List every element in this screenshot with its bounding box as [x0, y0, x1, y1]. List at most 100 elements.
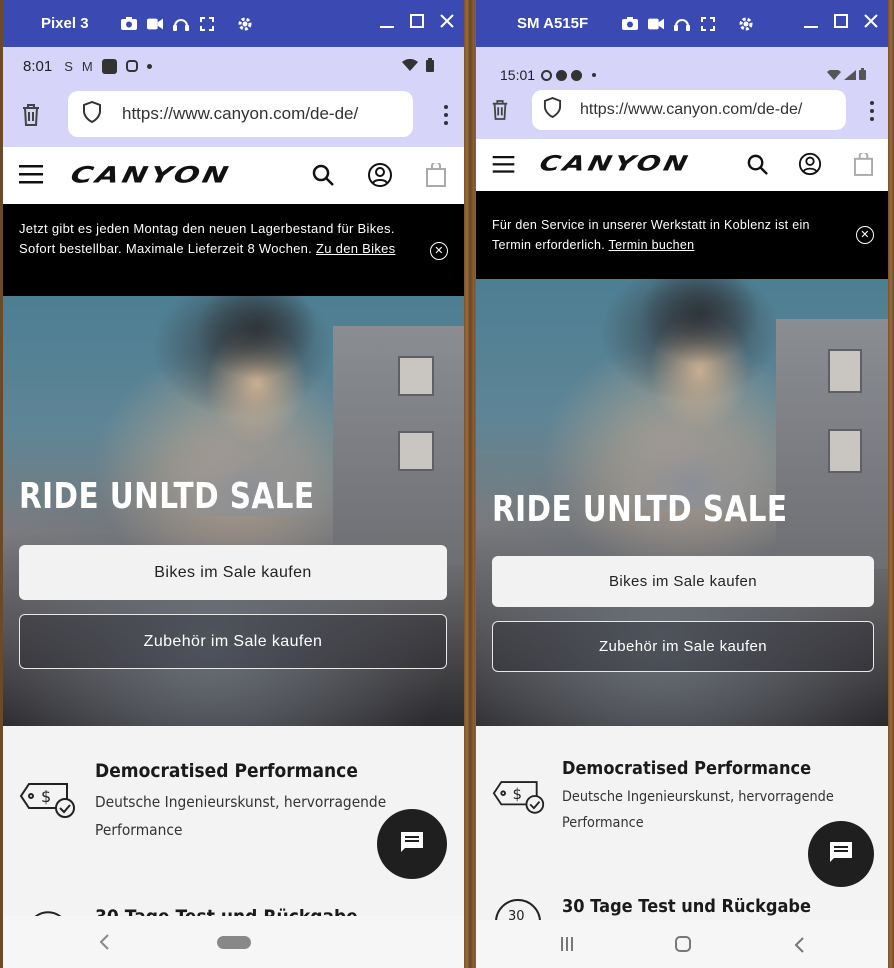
- cart-icon[interactable]: [426, 161, 446, 192]
- banner-close-icon[interactable]: ✕: [430, 242, 448, 260]
- recent-apps-icon[interactable]: [560, 937, 574, 956]
- url-field[interactable]: https://www.canyon.com/de-de/: [68, 91, 413, 137]
- back-nav-icon[interactable]: [794, 937, 804, 958]
- hero-title: RIDE UNLTD SALE: [19, 476, 315, 517]
- more-notifications-dot: [592, 73, 597, 77]
- browser-menu-icon[interactable]: [870, 101, 874, 126]
- more-notifications-dot: [146, 63, 152, 69]
- hero-section: RIDE UNLTD SALE Bikes im Sale kaufen Zub…: [476, 279, 888, 726]
- cart-icon[interactable]: [854, 151, 873, 181]
- maximize-icon[interactable]: [834, 14, 848, 33]
- emulator-titlebar: Pixel 3: [3, 0, 464, 47]
- account-icon[interactable]: [798, 152, 822, 181]
- hamburger-menu-icon[interactable]: [19, 165, 43, 190]
- record-video-icon[interactable]: [146, 17, 163, 31]
- back-nav-icon[interactable]: [99, 934, 109, 955]
- desk-background-left: [464, 0, 476, 968]
- home-nav-icon[interactable]: [675, 936, 691, 952]
- shield-icon[interactable]: [543, 96, 562, 123]
- canyon-logo[interactable]: CANYON: [537, 151, 692, 176]
- announcement-banner: Jetzt gibt es jeden Montag den neuen Lag…: [3, 204, 464, 296]
- svg-text:$: $: [41, 787, 51, 806]
- wifi-icon: [827, 67, 841, 83]
- chat-button[interactable]: [808, 821, 874, 887]
- banner-link[interactable]: Termin buchen: [609, 238, 695, 252]
- sync-icon: [541, 69, 553, 81]
- minimize-icon[interactable]: [380, 14, 394, 33]
- notification-icons: S M: [64, 58, 152, 74]
- browser-toolbar: https://www.canyon.com/de-de/: [3, 85, 464, 147]
- settings-icon[interactable]: [237, 17, 253, 31]
- s-app-icon: S: [64, 58, 73, 74]
- maximize-icon[interactable]: [410, 14, 424, 33]
- trash-icon[interactable]: [491, 99, 509, 126]
- hero-building-window: [398, 356, 434, 396]
- trash-icon[interactable]: [21, 103, 41, 132]
- hero-building-window: [398, 431, 434, 471]
- site-header: CANYON: [3, 147, 464, 204]
- battery-icon: [859, 67, 866, 83]
- android-nav-bar: [476, 920, 888, 968]
- android-status-bar: 8:01 S M: [3, 47, 464, 85]
- hero-section: RIDE UNLTD SALE Bikes im Sale kaufen Zub…: [3, 296, 464, 726]
- vpn-icon: [125, 60, 138, 72]
- account-icon[interactable]: [367, 162, 393, 193]
- search-icon[interactable]: [746, 153, 769, 181]
- settings-icon[interactable]: [738, 17, 754, 31]
- gmail-icon: M: [81, 58, 93, 74]
- app-icon: [556, 69, 568, 81]
- app-square-icon: [101, 58, 117, 74]
- shop-bikes-sale-button[interactable]: Bikes im Sale kaufen: [19, 545, 447, 600]
- android-nav-bar: [3, 916, 464, 968]
- browser-toolbar: https://www.canyon.com/de-de/: [476, 83, 888, 139]
- window-controls: [804, 14, 878, 33]
- minimize-icon[interactable]: [804, 14, 818, 33]
- signal-icon: [844, 67, 856, 83]
- close-window-icon[interactable]: [864, 14, 878, 33]
- system-icons: [827, 67, 866, 83]
- hamburger-menu-icon[interactable]: [492, 156, 515, 179]
- hero-building-window: [828, 349, 862, 393]
- chat-button[interactable]: [377, 809, 447, 879]
- emulator-window-sm-a515f: SM A515F 15:01 https://www.canyon.com/de…: [476, 0, 888, 968]
- shield-icon[interactable]: [82, 100, 102, 128]
- app-icon: [571, 69, 583, 81]
- price-tag-check-icon: $: [19, 778, 77, 825]
- hero-rider-image: [606, 279, 776, 509]
- site-header: CANYON: [476, 139, 888, 191]
- shop-bikes-sale-button[interactable]: Bikes im Sale kaufen: [492, 556, 874, 607]
- svg-text:$: $: [512, 785, 521, 803]
- device-name: Pixel 3: [41, 15, 89, 32]
- banner-link[interactable]: Zu den Bikes: [316, 241, 395, 256]
- emulator-toolbar: [622, 16, 754, 31]
- record-video-icon[interactable]: [648, 17, 665, 31]
- audio-icon[interactable]: [674, 17, 691, 31]
- battery-icon: [426, 57, 434, 75]
- chat-icon: [399, 830, 425, 859]
- shop-accessories-sale-button[interactable]: Zubehör im Sale kaufen: [492, 621, 874, 672]
- usp-title: Democratised Performance: [562, 758, 812, 779]
- url-field[interactable]: https://www.canyon.com/de-de/: [532, 90, 846, 130]
- browser-menu-icon[interactable]: [444, 105, 448, 130]
- usp-title: Democratised Performance: [95, 760, 358, 782]
- screenshot-icon[interactable]: [120, 17, 137, 31]
- home-pill-icon[interactable]: [217, 936, 251, 949]
- system-icons: [402, 57, 434, 75]
- url-text: https://www.canyon.com/de-de/: [580, 101, 803, 118]
- emulator-titlebar: SM A515F: [476, 0, 888, 47]
- banner-close-icon[interactable]: ✕: [856, 226, 874, 244]
- screenshot-icon[interactable]: [622, 17, 639, 31]
- price-tag-check-icon: $: [492, 776, 546, 821]
- usp-description: Deutsche Ingenieurskunst, hervorragende …: [95, 793, 387, 839]
- shop-accessories-sale-button[interactable]: Zubehör im Sale kaufen: [19, 614, 447, 669]
- fullscreen-icon[interactable]: [700, 16, 716, 31]
- announcement-banner: Für den Service in unserer Werkstatt in …: [476, 191, 888, 279]
- device-name: SM A515F: [517, 15, 589, 32]
- close-window-icon[interactable]: [440, 14, 454, 33]
- hero-title: RIDE UNLTD SALE: [492, 489, 788, 530]
- canyon-logo[interactable]: CANYON: [68, 162, 233, 188]
- audio-icon[interactable]: [172, 17, 189, 31]
- search-icon[interactable]: [311, 163, 335, 192]
- emulator-toolbar: [120, 16, 253, 31]
- fullscreen-icon[interactable]: [199, 16, 215, 31]
